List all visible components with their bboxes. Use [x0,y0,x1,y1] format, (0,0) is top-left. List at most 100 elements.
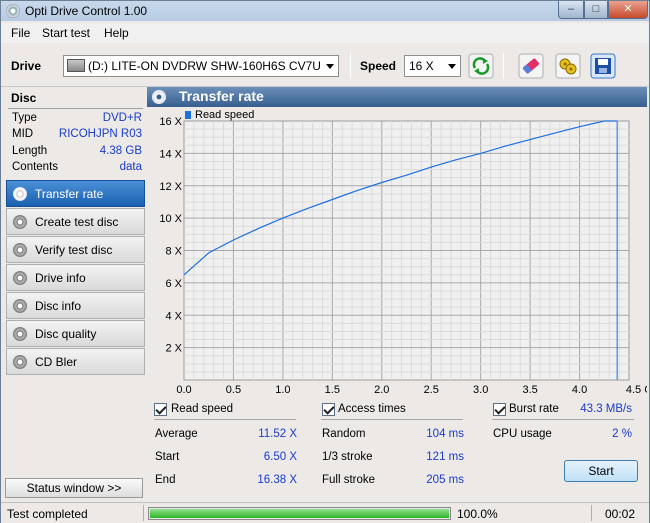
read-speed-label: Read speed [171,403,234,415]
start-button[interactable]: Start [564,460,638,482]
x-tick-label: 4.0 [572,384,587,396]
disc-info-value: 4.38 GB [99,145,142,157]
y-tick-label: 2 X [165,343,182,355]
disc-info-row: Contents data [12,161,142,177]
stat-label: Full stroke [322,474,376,486]
nav-disc-info[interactable]: Disc info [6,292,145,319]
eraser-icon [518,53,544,79]
disc-info-key: Type [12,112,37,124]
nav-label: CD Bler [35,355,78,369]
menu-bar: File Start test Help [1,23,649,43]
disc-info-key: Length [12,145,48,157]
elapsed-time: 00:02 [605,507,636,521]
minimize-button[interactable]: – [558,1,584,19]
progress-bar [148,507,451,520]
access-times-checkbox[interactable] [322,403,335,416]
sidebar: Disc Type DVD+R MID RICOHJPN R03 Length … [4,87,145,499]
nav-drive-info[interactable]: Drive info [6,264,145,291]
x-tick-label: 2.5 [424,384,439,396]
chevron-down-icon [444,56,460,76]
cpu-usage-value: 2 % [612,428,632,440]
legend-swatch [185,111,191,119]
divider [143,505,144,521]
drive-select[interactable]: (D:) LITE-ON DVDRW SHW-160H6S CV7U [63,55,339,77]
nav-verify-test-disc[interactable]: Verify test disc [6,236,145,263]
status-text: Test completed [7,507,88,521]
disc-info-value: DVD+R [102,112,142,124]
nav-label: Transfer rate [35,187,104,201]
x-tick-label: 3.5 [522,384,537,396]
stat-label: 1/3 stroke [322,451,373,463]
chevron-down-icon [322,56,338,76]
refresh-icon [468,53,494,79]
divider [321,419,463,420]
stat-label: Random [322,428,366,440]
nav-create-test-disc[interactable]: Create test disc [6,208,145,235]
stat-label: Average [155,428,198,440]
stat-label: Start [155,451,180,463]
menu-help[interactable]: Help [104,26,129,40]
close-button[interactable]: ✕ [608,1,648,19]
nav-label: Verify test disc [35,243,113,257]
disc-info-key: MID [12,128,34,140]
window-title: Opti Drive Control 1.00 [25,4,148,18]
x-tick-label: 1.0 [275,384,290,396]
disc-info-row: Length 4.38 GB [12,145,142,161]
options-button[interactable] [555,53,581,79]
divider [8,108,143,109]
burst-rate-checkbox[interactable] [493,403,506,416]
drive-toolbar: Drive (D:) LITE-ON DVDRW SHW-160H6S CV7U… [1,45,649,87]
x-tick-label: 0.0 [176,384,191,396]
save-button[interactable] [590,53,616,79]
y-tick-label: 4 X [165,310,182,322]
disc-speed-icon [13,187,27,201]
disc-info-value: data [119,161,142,173]
disc-speed-icon [152,90,166,104]
stat-value: 16.38 X [257,474,297,486]
disc-verify-icon [13,243,27,257]
maximize-button[interactable]: □ [584,1,608,19]
stat-value: 6.50 X [263,451,297,463]
transfer-rate-chart: 2 X 4 X 6 X 8 X 10 X 12 X 14 X 16 X 0.0 0.5 1.0 1.… [159,109,647,396]
y-axis: 2 X 4 X 6 X 8 X 10 X 12 X 14 X 16 X [159,116,182,355]
x-tick-label: 0.5 [226,384,241,396]
x-tick-label: 4.5 GB [626,384,647,396]
access-times-label: Access times [338,403,406,415]
stat-value: 121 ms [426,451,464,463]
menu-start-test[interactable]: Start test [42,26,90,40]
save-icon [590,53,616,79]
y-tick-label: 6 X [165,278,182,290]
disc-info-row: MID RICOHJPN R03 [12,128,142,144]
erase-button[interactable] [518,53,544,79]
disc-section-title: Disc [11,91,37,105]
x-tick-label: 2.0 [374,384,389,396]
disc-quality-icon [13,327,27,341]
y-tick-label: 8 X [165,246,182,258]
nav-disc-quality[interactable]: Disc quality [6,320,145,347]
panel-header: Transfer rate [147,87,647,107]
app-window: Opti Drive Control 1.00 – □ ✕ File Start… [0,0,650,523]
stat-value: 104 ms [426,428,464,440]
cpu-usage-label: CPU usage [493,428,552,440]
speed-select[interactable]: 16 X [404,55,461,77]
transfer-rate-panel: Transfer rate 2 X 4 X 6 X 8 X 10 X 12 X 14 X 16… [147,87,647,499]
menu-file[interactable]: File [11,26,30,40]
nav-label: Drive info [35,271,86,285]
divider [492,419,634,420]
read-speed-checkbox[interactable] [154,403,167,416]
disc-info-row: Type DVD+R [12,112,142,128]
stat-value: 11.52 X [258,428,297,440]
toolbar-separator [350,53,351,79]
panel-title: Transfer rate [179,88,264,104]
toolbar-separator [503,53,504,79]
stat-value: 205 ms [426,474,464,486]
nav-label: Disc quality [35,327,97,341]
nav-transfer-rate[interactable]: Transfer rate [6,180,145,207]
drive-icon [67,59,85,72]
disc-info-value: RICOHJPN R03 [58,128,142,140]
y-tick-label: 12 X [159,181,182,193]
status-window-button[interactable]: Status window >> [5,478,143,498]
nav-cd-bler[interactable]: CD Bler [6,348,145,375]
refresh-button[interactable] [468,53,494,79]
y-tick-label: 14 X [159,148,182,160]
